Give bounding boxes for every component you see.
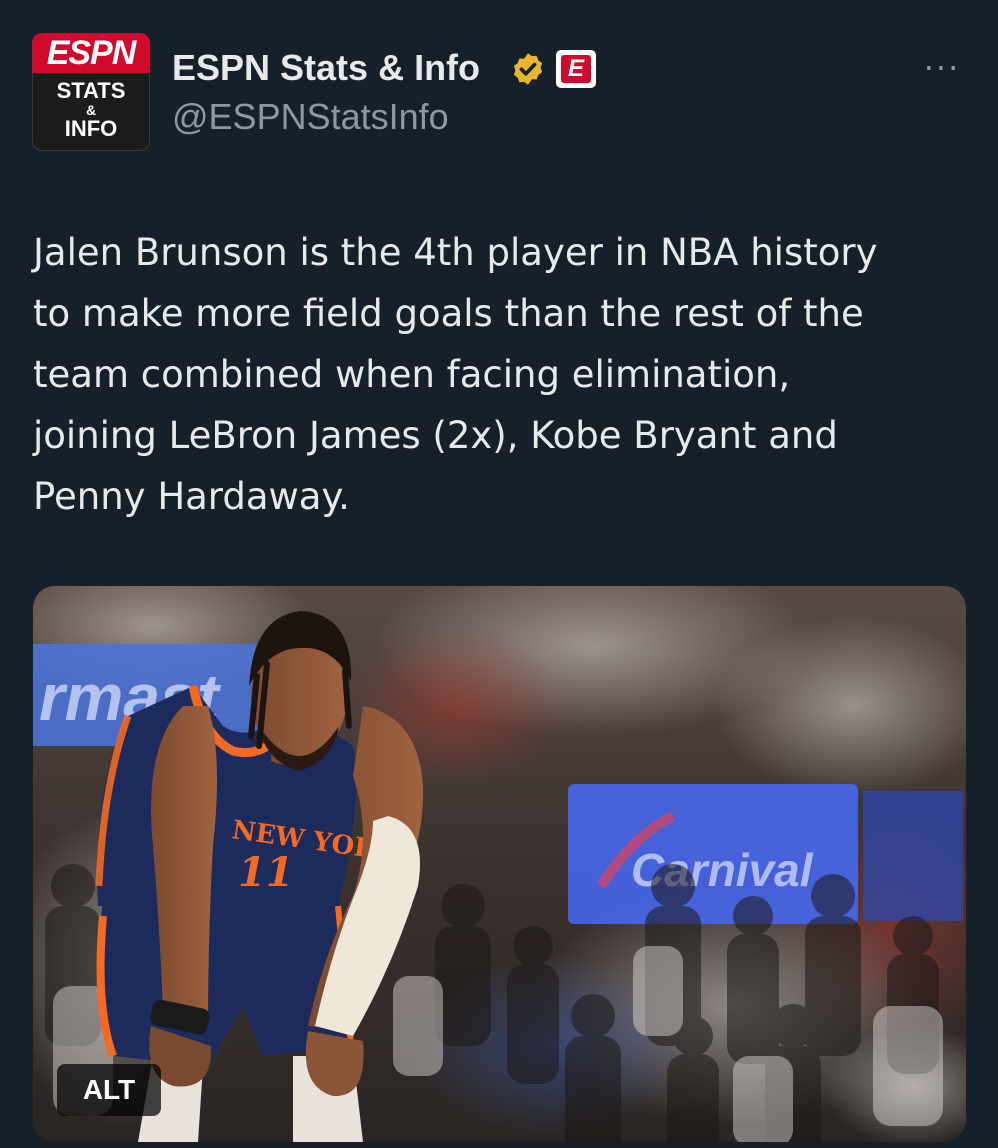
- affiliate-badge-icon[interactable]: E: [556, 50, 596, 88]
- tweet-card: ESPN STATS & INFO ESPN Stats & Info E @E…: [0, 0, 998, 1148]
- affiliate-badge-letter: E: [561, 55, 591, 83]
- photo-illustration: rmast Carnival NEW YORK 11: [33, 586, 966, 1142]
- tweet-text-line: team combined when facing elimination,: [33, 353, 791, 396]
- tweet-text: Jalen Brunson is the 4th player in NBA h…: [33, 222, 973, 527]
- verified-badge-icon: [513, 53, 543, 85]
- handle[interactable]: @ESPNStatsInfo: [172, 96, 449, 138]
- avatar-text-amp: &: [85, 102, 97, 118]
- alt-text-button[interactable]: ALT: [57, 1064, 161, 1116]
- tweet-text-line: Penny Hardaway.: [33, 475, 350, 518]
- espn-logo: ESPN: [46, 34, 137, 72]
- avatar-text-stats: STATS: [56, 78, 126, 103]
- more-options-icon[interactable]: ···: [918, 52, 966, 84]
- avatar[interactable]: ESPN STATS & INFO: [32, 33, 150, 151]
- tweet-photo[interactable]: rmast Carnival NEW YORK 11 ALT: [33, 586, 966, 1142]
- display-name[interactable]: ESPN Stats & Info: [172, 47, 480, 89]
- tweet-text-line: joining LeBron James (2x), Kobe Bryant a…: [33, 414, 838, 457]
- avatar-text-info: INFO: [64, 116, 118, 141]
- jersey-number: 11: [238, 849, 294, 896]
- tweet-text-line: to make more field goals than the rest o…: [33, 292, 864, 335]
- tweet-text-line: Jalen Brunson is the 4th player in NBA h…: [33, 231, 878, 274]
